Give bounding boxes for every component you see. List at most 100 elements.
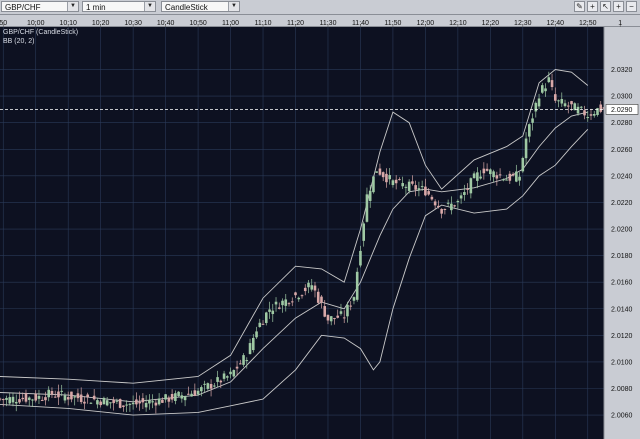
symbol-select[interactable]: GBP/CHF ▼ bbox=[1, 1, 79, 12]
candle-bull bbox=[264, 312, 268, 323]
candle-bull bbox=[362, 223, 365, 241]
cursor-icon[interactable]: ↖ bbox=[600, 1, 611, 12]
symbol-select-value: GBP/CHF bbox=[5, 3, 41, 12]
x-tick-label: 11:50 bbox=[384, 20, 401, 27]
candle-bull bbox=[420, 186, 424, 188]
candle-bull bbox=[297, 297, 301, 300]
candle-bear bbox=[138, 401, 141, 404]
candle-bull bbox=[472, 173, 476, 179]
candle-bull bbox=[105, 400, 109, 406]
zoom-in-icon[interactable]: + bbox=[613, 1, 624, 12]
y-tick-label: 2.0300 bbox=[611, 94, 633, 101]
zoom-out-icon[interactable]: − bbox=[626, 1, 637, 12]
bollinger-label: BB (20, 2) bbox=[3, 38, 35, 45]
candle-bull bbox=[60, 390, 63, 392]
candle-bear bbox=[70, 391, 73, 400]
candle-bull bbox=[563, 103, 567, 107]
candle-bear bbox=[394, 179, 398, 184]
candle-bull bbox=[232, 370, 236, 377]
candle-bull bbox=[479, 176, 482, 179]
candle-bull bbox=[216, 377, 219, 382]
candle-bear bbox=[498, 174, 502, 176]
candle-bull bbox=[271, 310, 275, 315]
candle-bear bbox=[326, 314, 330, 321]
chart-style-select[interactable]: CandleStick ▼ bbox=[161, 1, 240, 12]
candle-bear bbox=[287, 303, 291, 305]
candle-bull bbox=[102, 397, 106, 405]
candle-bear bbox=[24, 393, 28, 402]
candle-bear bbox=[511, 173, 515, 176]
candle-bear bbox=[427, 191, 430, 195]
candle-bull bbox=[222, 373, 226, 379]
candle-bull bbox=[576, 106, 580, 114]
candle-bear bbox=[342, 317, 346, 319]
candle-bull bbox=[505, 179, 508, 181]
y-tick-label: 2.0260 bbox=[611, 147, 633, 154]
candle-bull bbox=[372, 176, 375, 193]
candle-bull bbox=[128, 403, 132, 405]
candle-bull bbox=[96, 400, 99, 405]
candle-bear bbox=[482, 168, 486, 174]
candle-bull bbox=[307, 282, 310, 288]
candle-bear bbox=[92, 395, 96, 400]
candle-bear bbox=[219, 380, 223, 383]
candle-bull bbox=[14, 401, 18, 404]
chevron-down-icon[interactable]: ▼ bbox=[228, 2, 239, 11]
x-tick-label: 1 bbox=[618, 20, 622, 27]
candle-bull bbox=[489, 169, 492, 175]
candle-bull bbox=[531, 118, 534, 123]
candle-bear bbox=[290, 301, 294, 303]
candle-bear bbox=[566, 105, 570, 107]
x-tick-label: 10:10 bbox=[59, 20, 77, 27]
chevron-down-icon[interactable]: ▼ bbox=[67, 2, 78, 11]
candle-bear bbox=[1, 399, 5, 401]
candle-bull bbox=[268, 309, 271, 312]
crosshair-icon[interactable]: + bbox=[587, 1, 598, 12]
candle-bear bbox=[466, 188, 469, 190]
candle-bull bbox=[63, 395, 67, 401]
candle-bull bbox=[446, 202, 450, 204]
candle-bull bbox=[183, 396, 187, 401]
candle-bull bbox=[203, 383, 206, 385]
candle-bull bbox=[144, 402, 148, 408]
candle-bear bbox=[323, 306, 327, 317]
candle-bull bbox=[368, 190, 372, 201]
x-tick-label: 10:50 bbox=[189, 20, 207, 27]
x-tick-label: 10:30 bbox=[124, 20, 142, 27]
x-tick-label: 12:00 bbox=[417, 20, 435, 27]
time-axis-bar: 50 10:00 10:10 10:20 10:30 10:40 10:50 11:00 11:… bbox=[0, 15, 640, 28]
candle-bull bbox=[196, 390, 200, 395]
candle-bull bbox=[284, 299, 288, 306]
y-tick-label: 2.0200 bbox=[611, 227, 633, 234]
candle-bull bbox=[226, 376, 229, 378]
candle-bull bbox=[524, 138, 528, 159]
candle-bear bbox=[320, 296, 323, 303]
candle-bear bbox=[589, 114, 593, 116]
candle-bull bbox=[89, 402, 93, 404]
candle-bull bbox=[73, 396, 76, 398]
candle-bear bbox=[430, 196, 434, 200]
candle-bear bbox=[398, 179, 401, 181]
candle-bull bbox=[365, 194, 369, 222]
candle-bear bbox=[385, 173, 388, 183]
candle-bear bbox=[50, 391, 54, 395]
y-tick-label: 2.0320 bbox=[611, 67, 633, 74]
x-tick-label: 11:10 bbox=[255, 20, 272, 27]
candle-bear bbox=[303, 287, 307, 292]
interval-select[interactable]: 1 min ▼ bbox=[82, 1, 156, 12]
candle-bear bbox=[553, 94, 557, 101]
chevron-down-icon[interactable]: ▼ bbox=[144, 2, 155, 11]
x-tick-label: 10:40 bbox=[157, 20, 175, 27]
candle-bull bbox=[206, 383, 210, 389]
candle-bull bbox=[417, 188, 421, 191]
candle-bear bbox=[66, 397, 70, 400]
x-tick-label: 12:50 bbox=[579, 20, 597, 27]
candle-bull bbox=[401, 183, 404, 187]
pencil-icon[interactable]: ✎ bbox=[574, 1, 585, 12]
candle-bear bbox=[349, 305, 353, 307]
candle-bear bbox=[583, 110, 586, 116]
candle-bull bbox=[579, 106, 583, 108]
candle-bull bbox=[8, 397, 12, 404]
price-chart[interactable]: 2.0320 2.0300 2.0290 2.0280 2.0260 2.0240 2.02… bbox=[0, 27, 640, 439]
candle-bull bbox=[164, 394, 167, 400]
